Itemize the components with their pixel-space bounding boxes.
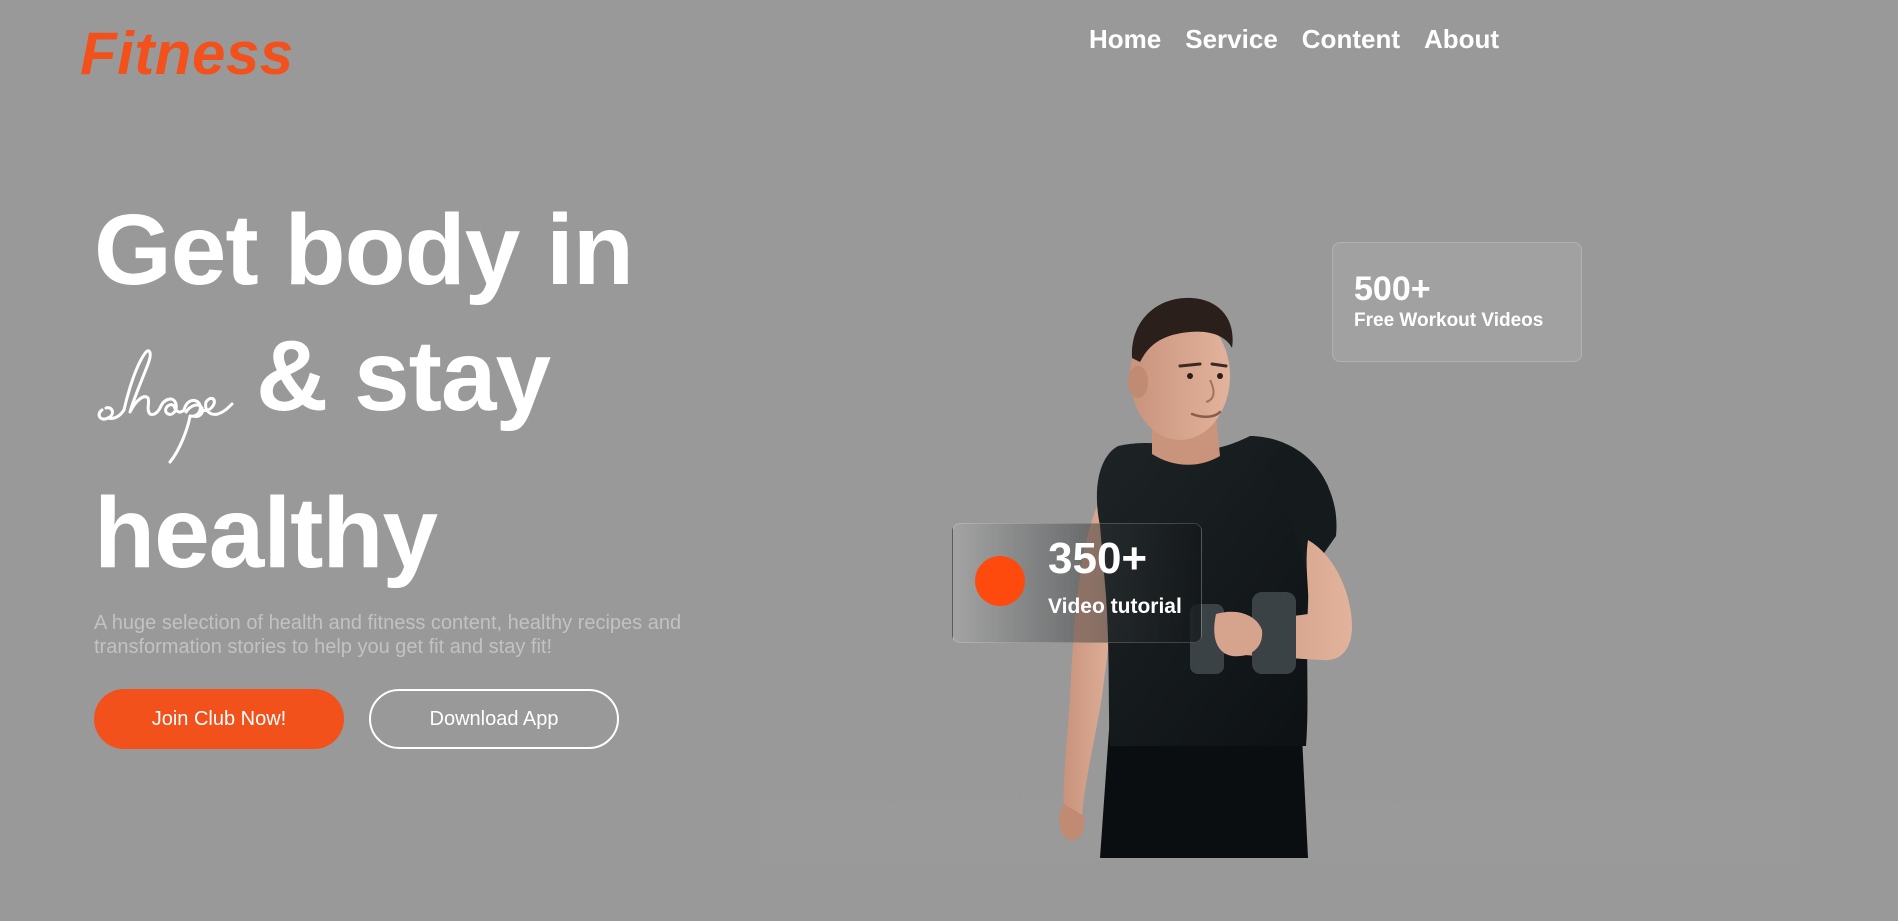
stat-card-video-tutorials: 350+ Video tutorial [952,523,1202,643]
nav-item-home[interactable]: Home [1089,22,1161,56]
hero-headline-line-2-text: & stay [256,320,551,432]
stat-label-workout-videos: Free Workout Videos [1354,310,1544,331]
nav-item-service[interactable]: Service [1185,22,1278,56]
stat-count-workout-videos: 500+ [1354,270,1431,308]
join-club-button[interactable]: Join Club Now! [94,689,344,749]
stat-label-video-tutorials: Video tutorial [1048,595,1182,618]
nav-item-about[interactable]: About [1424,22,1499,56]
script-word-shape [97,349,234,464]
hero-subtext: A huge selection of health and fitness c… [94,612,682,658]
hero-headline-line-2: & stay [94,320,551,472]
logo[interactable]: Fitness [80,18,294,90]
main-nav: Home Service Content About [1089,22,1499,56]
record-dot-icon [975,556,1025,606]
stat-card-workout-videos: 500+ Free Workout Videos [1332,242,1582,362]
stat-count-video-tutorials: 350+ [1048,534,1148,583]
download-app-button[interactable]: Download App [369,689,619,749]
nav-item-content[interactable]: Content [1302,22,1400,56]
hero-headline-line-3: healthy [94,477,438,589]
hero-headline-line-1: Get body in [94,194,634,306]
